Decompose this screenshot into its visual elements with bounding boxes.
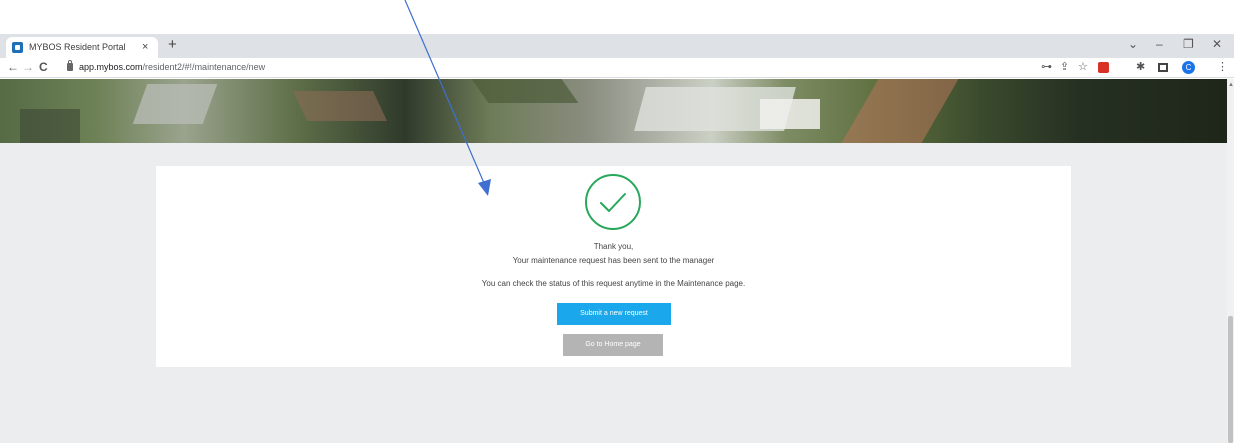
profile-avatar[interactable]: C xyxy=(1182,61,1195,74)
password-key-icon[interactable]: ⊶ xyxy=(1041,61,1052,74)
submit-new-request-button[interactable]: Submit a new request xyxy=(557,303,671,325)
forward-arrow-icon[interactable]: → xyxy=(22,60,34,74)
share-icon[interactable]: ⇪ xyxy=(1060,61,1069,74)
pdf-extension-icon[interactable] xyxy=(1098,62,1109,73)
side-panel-icon[interactable] xyxy=(1158,63,1168,72)
mybos-favicon-icon xyxy=(12,42,23,53)
request-sent-text: Your maintenance request has been sent t… xyxy=(512,256,715,265)
back-arrow-icon[interactable]: ← xyxy=(7,60,19,74)
lock-icon[interactable] xyxy=(67,60,73,71)
bookmark-star-icon[interactable]: ☆ xyxy=(1078,61,1088,74)
browser-navigation-bar: ← → C app.mybos.com/resident2/#!/mainten… xyxy=(0,58,1234,78)
url-domain: app.mybos.com xyxy=(79,62,143,72)
top-whitespace xyxy=(0,0,1234,34)
reload-icon[interactable]: C xyxy=(39,60,48,74)
close-window-button[interactable]: ✕ xyxy=(1212,37,1222,51)
browser-menu-icon[interactable]: ⋮ xyxy=(1217,61,1228,74)
status-info-text: You can check the status of this request… xyxy=(481,279,746,288)
tab-title: MYBOS Resident Portal xyxy=(29,42,126,52)
minimize-button[interactable]: – xyxy=(1156,37,1163,51)
go-to-home-page-button[interactable]: Go to Home page xyxy=(563,334,663,356)
address-bar[interactable]: app.mybos.com/resident2/#!/maintenance/n… xyxy=(79,62,265,72)
scroll-up-arrow-icon[interactable]: ▲ xyxy=(1228,82,1234,88)
restore-button[interactable]: ❐ xyxy=(1183,37,1194,51)
thank-you-text: Thank you, xyxy=(593,242,634,251)
confirmation-card: Thank you, Your maintenance request has … xyxy=(156,166,1071,367)
tab-search-chevron-icon[interactable]: ⌄ xyxy=(1128,37,1138,51)
tab-close-icon[interactable]: × xyxy=(142,40,148,54)
browser-tab[interactable]: MYBOS Resident Portal × xyxy=(6,37,158,58)
success-check-icon xyxy=(585,174,641,230)
new-tab-button[interactable]: + xyxy=(168,37,177,53)
screenshot-root: MYBOS Resident Portal × + ⌄ – ❐ ✕ ← → C … xyxy=(0,0,1234,443)
scrollbar-thumb[interactable] xyxy=(1228,316,1233,443)
extensions-puzzle-icon[interactable]: ✱ xyxy=(1136,61,1145,74)
aerial-suburb-banner-image xyxy=(0,79,1227,143)
url-path: /resident2/#!/maintenance/new xyxy=(142,62,266,72)
browser-tab-bar: MYBOS Resident Portal × xyxy=(0,34,1234,58)
